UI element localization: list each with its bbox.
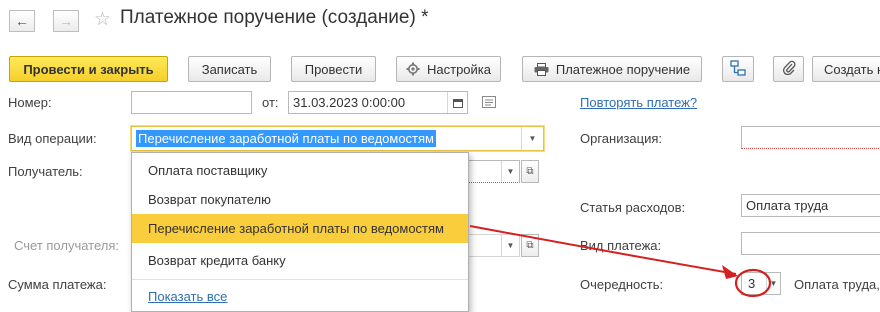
dropdown-separator	[132, 279, 468, 280]
favorite-star-icon[interactable]: ☆	[94, 8, 111, 31]
open-recipient-button[interactable]: ⧉	[521, 160, 539, 183]
show-all-link-row: Показать все	[132, 282, 468, 311]
payment-type-field[interactable]	[741, 232, 880, 255]
post-label: Провести	[304, 61, 363, 77]
save-button[interactable]: Записать	[188, 56, 271, 82]
comment-icon[interactable]	[482, 96, 496, 111]
payment-type-label: Вид платежа:	[580, 238, 662, 253]
attach-button[interactable]	[773, 56, 804, 82]
payment-amount-label: Сумма платежа:	[8, 277, 107, 292]
save-label: Записать	[201, 61, 258, 77]
dropdown-item-salary-transfer[interactable]: Перечисление заработной платы по ведомос…	[132, 214, 468, 243]
open-account-button[interactable]: ⧉	[521, 234, 539, 257]
paperclip-icon	[782, 60, 796, 78]
priority-description: Оплата труда,	[794, 277, 880, 292]
number-label: Номер:	[8, 95, 52, 110]
operation-type-label: Вид операции:	[8, 131, 97, 146]
organization-field[interactable]	[741, 126, 880, 149]
expense-item-field[interactable]: Оплата труда	[741, 194, 880, 217]
priority-label: Очередность:	[580, 277, 664, 292]
gear-icon	[406, 62, 420, 76]
dropdown-item-loan-repayment[interactable]: Возврат кредита банку	[132, 246, 468, 275]
arrow-right-icon: →	[59, 13, 73, 29]
operation-type-value: Перечисление заработной платы по ведомос…	[136, 130, 436, 147]
structure-icon	[730, 59, 746, 79]
back-button[interactable]: ←	[9, 10, 35, 32]
post-button[interactable]: Провести	[291, 56, 376, 82]
recipient-account-label: Счет получателя:	[14, 238, 120, 253]
chevron-down-icon[interactable]: ▼	[766, 273, 780, 294]
create-based-on-button[interactable]: Создать на	[812, 56, 880, 82]
operation-type-dropdown: Оплата поставщику Возврат покупателю Пер…	[131, 152, 469, 312]
repeat-payment-link[interactable]: Повторять платеж?	[580, 95, 697, 110]
open-icon: ⧉	[526, 166, 534, 177]
structure-button[interactable]	[722, 56, 754, 82]
show-all-link[interactable]: Показать все	[148, 289, 227, 304]
payment-order-label: Платежное поручение	[555, 61, 691, 77]
date-from-label: от:	[262, 95, 279, 110]
annotation-arrow-head	[722, 265, 738, 279]
create-based-on-label: Создать на	[824, 61, 880, 77]
date-value: 31.03.2023 0:00:00	[293, 95, 406, 110]
forward-button[interactable]: →	[53, 10, 79, 32]
chevron-down-icon[interactable]: ▼	[521, 127, 543, 150]
operation-type-select[interactable]: Перечисление заработной платы по ведомос…	[131, 126, 544, 151]
print-payment-order-button[interactable]: Платежное поручение	[522, 56, 702, 82]
settings-button[interactable]: Настройка	[396, 56, 501, 82]
date-field[interactable]: 31.03.2023 0:00:00	[288, 91, 468, 114]
organization-label: Организация:	[580, 131, 663, 146]
dropdown-item-customer-refund[interactable]: Возврат покупателю	[132, 185, 468, 214]
post-and-close-button[interactable]: Провести и закрыть	[9, 56, 168, 82]
post-and-close-label: Провести и закрыть	[23, 61, 154, 77]
settings-label: Настройка	[427, 61, 491, 77]
priority-field[interactable]: 3 ▼	[741, 272, 781, 295]
open-icon: ⧉	[526, 240, 534, 251]
priority-value: 3	[748, 276, 756, 291]
chevron-down-icon[interactable]: ▼	[501, 235, 519, 256]
number-field[interactable]	[131, 91, 252, 114]
expense-item-label: Статья расходов:	[580, 200, 686, 215]
recipient-label: Получатель:	[8, 164, 83, 179]
dropdown-item-supplier-payment[interactable]: Оплата поставщику	[132, 156, 468, 185]
chevron-down-icon[interactable]: ▼	[501, 161, 519, 182]
calendar-icon[interactable]	[447, 92, 467, 113]
arrow-left-icon: ←	[15, 13, 29, 29]
window-title: Платежное поручение (создание) *	[120, 7, 429, 28]
printer-icon	[534, 62, 549, 76]
